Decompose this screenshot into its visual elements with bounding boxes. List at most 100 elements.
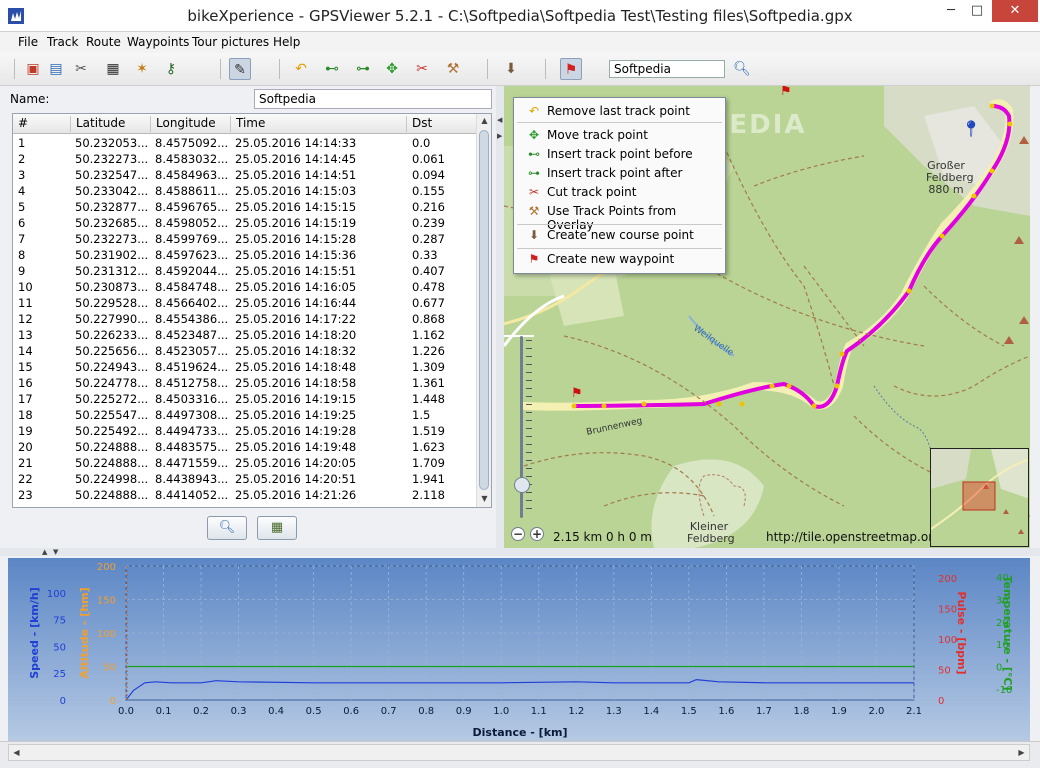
zoom-out-button[interactable]: − [511, 527, 525, 541]
map-pin-icon[interactable]: 📍︎ [961, 119, 981, 138]
menu-route[interactable]: Route [86, 35, 121, 49]
table-row[interactable]: 5 50.232877... 8.4596765... 25.05.2016 14:1… [13, 199, 478, 215]
menu-tour-pictures[interactable]: Tour pictures [192, 35, 269, 49]
overview-minimap[interactable] [930, 448, 1029, 547]
table-row[interactable]: 7 50.232273... 8.4599769... 25.05.2016 14:1… [13, 231, 478, 247]
table-row[interactable]: 16 50.224778... 8.4512758... 25.05.2016 14:… [13, 375, 478, 391]
scroll-up-arrow[interactable]: ▲ [477, 114, 491, 128]
profile-chart[interactable]: 0.0 0.1 0.2 0.3 0.4 0.5 0.6 0.7 0.8 0.9 1.0 1.1 1.2 1… [8, 558, 1030, 741]
table-row[interactable]: 23 50.224888... 8.4414052... 25.05.2016 14:… [13, 487, 478, 503]
table-row[interactable]: 10 50.230873... 8.4584748... 25.05.2016 14:… [13, 279, 478, 295]
minimap-viewport[interactable] [962, 481, 996, 511]
track-name-input[interactable] [254, 89, 492, 109]
table-row[interactable]: 12 50.227990... 8.4554386... 25.05.2016 14:… [13, 311, 478, 327]
table-row[interactable]: 8 50.231902... 8.4597623... 25.05.2016 14:1… [13, 247, 478, 263]
column-header-time[interactable]: Time [231, 116, 407, 132]
table-row[interactable]: 9 50.231312... 8.4592044... 25.05.2016 14:1… [13, 263, 478, 279]
table-row[interactable]: 11 50.229528... 8.4566402... 25.05.2016 14:… [13, 295, 478, 311]
table-row[interactable]: 20 50.224888... 8.4483575... 25.05.2016 14:… [13, 439, 478, 455]
scroll-left-arrow[interactable]: ◀ [9, 745, 24, 760]
close-button[interactable]: ✕ [992, 0, 1038, 22]
table-row[interactable]: 17 50.225272... 8.4503316... 25.05.2016 14:… [13, 391, 478, 407]
scissors-icon[interactable]: ✂ [411, 58, 433, 80]
cell-latitude: 50.232685... [75, 216, 149, 230]
photo-icon[interactable]: ▤ [45, 58, 67, 80]
splitter-up-arrow[interactable]: ▲ [42, 548, 47, 556]
menu-item-create-waypoint[interactable]: ⚑ Create new waypoint [514, 250, 725, 269]
menu-track[interactable]: Track [47, 35, 78, 49]
scroll-down-arrow[interactable]: ▼ [477, 492, 491, 506]
move-arrows-icon[interactable]: ✥ [381, 58, 403, 80]
cell-longitude: 8.4583032... [155, 152, 229, 166]
menu-item-insert-before[interactable]: ⊷ Insert track point before [514, 145, 725, 164]
menu-item-remove-last-track-point[interactable]: ↶ Remove last track point [514, 102, 725, 121]
briefcase-icon[interactable]: ▦ [102, 58, 124, 80]
map-credit-label[interactable]: http://tile.openstreetmap.org [766, 530, 941, 544]
table-row[interactable]: 6 50.232685... 8.4598052... 25.05.2016 14:1… [13, 215, 478, 231]
map-scale-label: 2.15 km 0 h 0 m [553, 530, 652, 544]
menu-item-label: Cut track point [547, 185, 637, 199]
table-row[interactable]: 2 50.232273... 8.4583032... 25.05.2016 14:1… [13, 151, 478, 167]
table-scrollbar[interactable]: ▲ ▼ [476, 114, 491, 507]
search-icon[interactable]: 🔍︎ [731, 58, 753, 80]
minimize-button[interactable]: ─ [938, 0, 964, 22]
menu-help[interactable]: Help [273, 35, 300, 49]
menu-item-move-track-point[interactable]: ✥ Move track point [514, 126, 725, 145]
tools-icon[interactable]: ✂ [70, 58, 92, 80]
route-wand-icon[interactable]: ✶ [131, 58, 153, 80]
y-axis-label: Pulse - [bpm] [955, 591, 968, 674]
open-track-icon[interactable]: ▣ [22, 58, 44, 80]
table-row[interactable]: 21 50.224888... 8.4471559... 25.05.2016 14:… [13, 455, 478, 471]
undo-arrow-icon[interactable]: ↶ [290, 58, 312, 80]
chart-scrollbar[interactable]: ◀ ▶ [8, 744, 1030, 761]
toolbar-separator [545, 59, 546, 79]
column-header-latitude[interactable]: Latitude [71, 116, 151, 132]
menu-item-use-overlay-points[interactable]: ⚒ Use Track Points from Overlay [514, 202, 725, 232]
x-tick-label: 1.2 [568, 706, 584, 717]
menu-file[interactable]: File [18, 35, 38, 49]
edit-brush-icon[interactable]: ✎ [229, 58, 251, 80]
toolbar-separator [487, 59, 488, 79]
menu-item-cut-track-point[interactable]: ✂ Cut track point [514, 183, 725, 202]
menu-item-create-course-point[interactable]: ⬇ Create new course point [514, 226, 725, 245]
splitter-right-arrow[interactable]: ▶ [497, 132, 502, 140]
maximize-button[interactable]: □ [964, 0, 990, 22]
waypoint-flag-icon[interactable]: ⚑ [780, 86, 792, 99]
splitter-down-arrow[interactable]: ▼ [53, 548, 58, 556]
column-header-distance[interactable]: Dst [407, 116, 478, 132]
zoom-slider-knob[interactable] [514, 477, 530, 494]
key-icon[interactable]: ⚷ [160, 58, 182, 80]
splitter-left-arrow[interactable]: ◀ [497, 116, 502, 124]
wand-icon[interactable]: ⚒ [442, 58, 464, 80]
scroll-right-arrow[interactable]: ▶ [1014, 745, 1029, 760]
column-header-longitude[interactable]: Longitude [151, 116, 231, 132]
waypoint-flag-icon[interactable]: ⚑ [571, 386, 583, 401]
course-point-icon[interactable]: ⬇ [500, 58, 522, 80]
table-row[interactable]: 22 50.224998... 8.4438943... 25.05.2016 14:… [13, 471, 478, 487]
table-row[interactable]: 19 50.225492... 8.4494733... 25.05.2016 14:… [13, 423, 478, 439]
horizontal-splitter[interactable]: ▲ ▼ [0, 548, 1040, 556]
cell-time: 25.05.2016 14:15:51 [235, 264, 357, 278]
vertical-splitter[interactable]: ◀ ▶ [496, 86, 504, 548]
search-input[interactable] [609, 60, 725, 78]
column-header-index[interactable]: # [13, 116, 71, 132]
zoom-to-point-button[interactable]: 🔍︎ [207, 516, 247, 540]
table-row[interactable]: 18 50.225547... 8.4497308... 25.05.2016 14:… [13, 407, 478, 423]
menu-item-insert-after[interactable]: ⊶ Insert track point after [514, 164, 725, 183]
insert-after-icon[interactable]: ⊶ [352, 58, 374, 80]
cell-time: 25.05.2016 14:19:28 [235, 424, 357, 438]
table-row[interactable]: 1 50.232053... 8.4575092... 25.05.2016 14:1… [13, 135, 478, 151]
flag-icon[interactable]: ⚑ [560, 58, 582, 80]
table-row[interactable]: 3 50.232547... 8.4584963... 25.05.2016 14:1… [13, 167, 478, 183]
table-row[interactable]: 14 50.225656... 8.4523057... 25.05.2016 14:… [13, 343, 478, 359]
table-row[interactable]: 4 50.233042... 8.4588611... 25.05.2016 14:1… [13, 183, 478, 199]
table-row[interactable]: 13 50.226233... 8.4523487... 25.05.2016 14:… [13, 327, 478, 343]
delete-point-button[interactable]: ▦ [257, 516, 297, 540]
menu-waypoints[interactable]: Waypoints [127, 35, 189, 49]
zoom-in-button[interactable]: + [530, 527, 544, 541]
table-row[interactable]: 15 50.224943... 8.4519624... 25.05.2016 14:… [13, 359, 478, 375]
scroll-thumb[interactable] [479, 130, 489, 490]
insert-before-icon[interactable]: ⊷ [321, 58, 343, 80]
minimap-canvas [931, 449, 1028, 546]
y-axis-label: Temperature - [°C] [1001, 576, 1014, 691]
